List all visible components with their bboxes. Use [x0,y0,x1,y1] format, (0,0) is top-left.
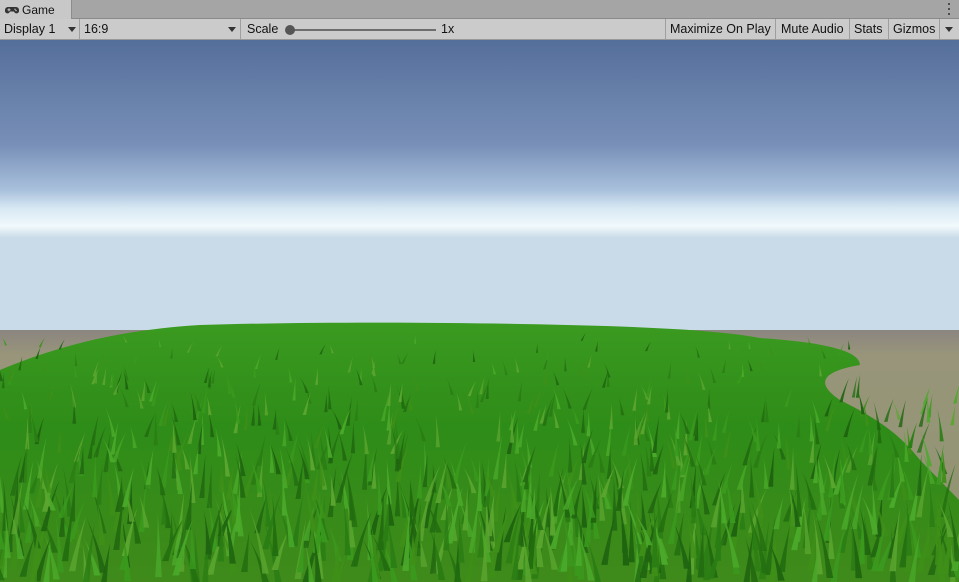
scale-label: Scale [247,22,279,36]
game-window: Game Display 1 16:9 Scale 1x Maximize On… [0,0,959,582]
scale-value: 1x [441,22,455,36]
game-scene-render [0,40,959,582]
display-label: Display 1 [4,22,56,36]
scale-slider-thumb[interactable] [285,25,295,35]
chevron-down-icon [68,27,76,32]
display-dropdown[interactable]: Display 1 [0,19,80,39]
chevron-down-icon [945,27,953,32]
mute-audio-button[interactable]: Mute Audio [776,19,850,39]
game-toolbar: Display 1 16:9 Scale 1x Maximize On Play… [0,19,959,40]
gizmos-button[interactable]: Gizmos [889,19,940,39]
more-options-icon[interactable] [947,3,951,15]
gamepad-icon [5,6,19,13]
tab-title: Game [22,2,55,17]
stats-button[interactable]: Stats [850,19,889,39]
game-view[interactable] [0,40,959,582]
maximize-on-play-button[interactable]: Maximize On Play [665,19,776,39]
tab-game[interactable]: Game [0,0,72,19]
gizmos-dropdown[interactable] [940,19,959,39]
tab-bar: Game [0,0,959,19]
aspect-label: 16:9 [84,22,109,36]
scale-slider-track[interactable] [290,29,436,31]
aspect-dropdown[interactable]: 16:9 [80,19,241,39]
chevron-down-icon [228,27,236,32]
